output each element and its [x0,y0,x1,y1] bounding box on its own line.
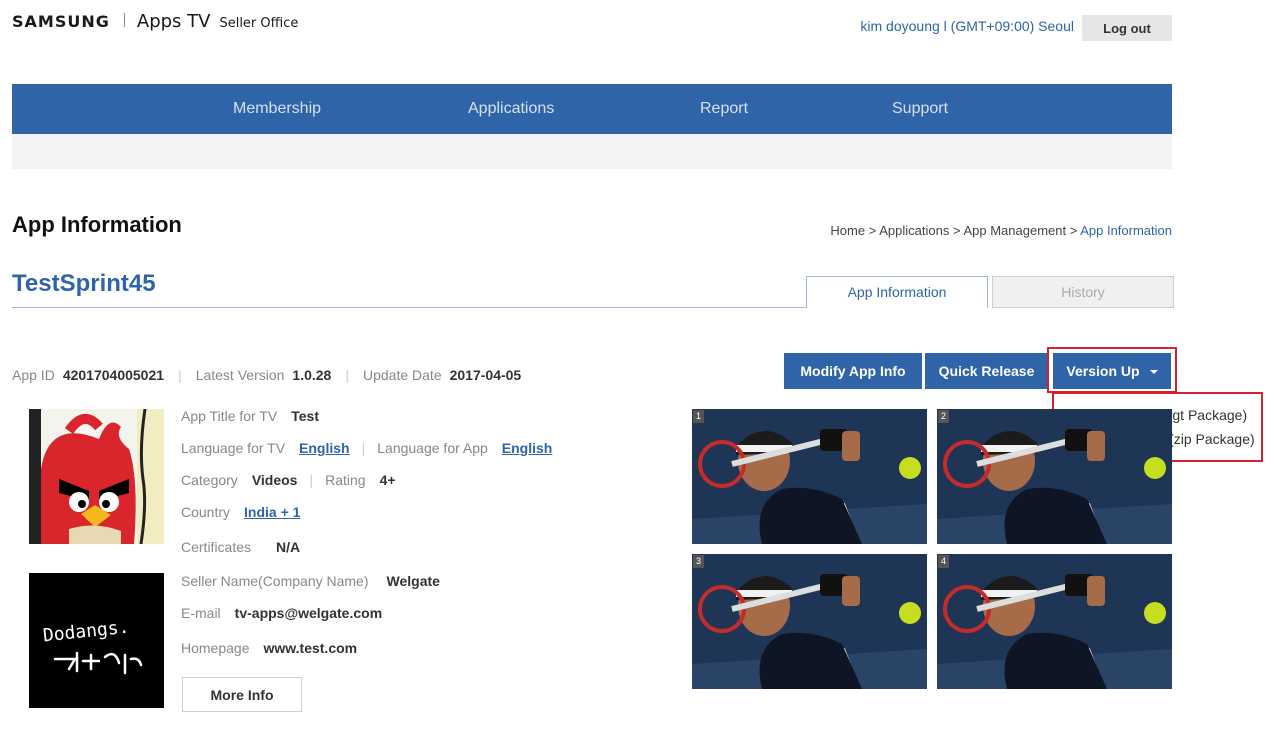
seller-name-row: Seller Name(Company Name) Welgate [181,573,440,589]
logo-seller-office: Seller Office [219,16,299,31]
screenshot-3[interactable]: 3 [692,554,927,689]
tab-app-information[interactable]: App Information [806,276,988,308]
screenshot-1[interactable]: 1 [692,409,927,544]
category-value: Videos [251,472,298,488]
screenshot-2[interactable]: 2 [937,409,1172,544]
email-row: E-mail tv-apps@welgate.com [181,605,382,621]
app-icon-image [29,409,164,544]
version-up-button[interactable]: Version Up [1053,353,1171,389]
seller-name-value: Welgate [386,573,440,589]
certificates-row: Certificates N/A [181,539,300,555]
lang-app-link[interactable]: English [502,440,553,456]
nav-item-report[interactable]: Report [700,100,748,118]
nav-item-membership[interactable]: Membership [233,100,321,118]
breadcrumb-separator: > [1069,223,1078,238]
category-label: Category [181,472,238,488]
app-title-value: Test [291,408,319,424]
country-row: Country India + 1 [181,504,300,520]
country-label: Country [181,504,231,520]
tennis-player-image [692,554,927,689]
logout-button[interactable]: Log out [1082,15,1172,41]
category-row: Category Videos | Rating 4+ [181,472,396,488]
main-nav: Membership Applications Report Support [12,84,1172,134]
meta-divider: | [345,367,349,383]
sub-nav-bar [12,134,1172,169]
header: SAMSUNG Apps TV Seller Office kim doyoun… [12,10,1172,41]
app-meta-row: App ID 4201704005021 | Latest Version 1.… [12,367,521,383]
email-label: E-mail [181,605,221,621]
breadcrumb-separator: > [868,223,877,238]
update-date-value: 2017-04-05 [449,367,522,383]
breadcrumb-separator: > [952,223,961,238]
homepage-row: Homepage www.test.com [181,640,357,656]
caret-down-icon [1149,370,1158,375]
logo-apps-tv: Apps TV [136,11,211,32]
screenshot-number: 2 [938,410,949,423]
row-divider: | [309,472,314,488]
certificates-value: N/A [276,539,301,555]
app-name: TestSprint45 [12,270,156,297]
app-id-label: App ID [12,367,55,383]
samsung-apps-tv-logo[interactable]: SAMSUNG Apps TV Seller Office [12,11,298,32]
modify-app-info-button[interactable]: Modify App Info [784,353,922,389]
tab-history[interactable]: History [992,276,1174,308]
tennis-player-image [937,409,1172,544]
language-row: Language for TV English | Language for A… [181,440,552,456]
screenshot-number: 3 [693,555,704,568]
seller-logo: Dodangs. [42,617,143,675]
angry-bird-icon [29,409,164,544]
version-up-highlight: Version Up [1047,347,1177,393]
country-link[interactable]: India + 1 [244,504,300,520]
screenshot-number: 1 [693,410,704,423]
lang-tv-link[interactable]: English [299,440,350,456]
page-title: App Information [12,212,182,237]
logo-samsung: SAMSUNG [12,12,110,31]
nav-item-support[interactable]: Support [892,100,948,118]
screenshot-4[interactable]: 4 [937,554,1172,689]
seller-name-label: Seller Name(Company Name) [181,573,369,589]
version-up-label: Version Up [1066,363,1140,379]
lang-tv-label: Language for TV [181,440,286,456]
breadcrumb-applications[interactable]: Applications [879,223,949,238]
tennis-player-image [937,554,1172,689]
title-divider [12,307,806,308]
homepage-value: www.test.com [263,640,358,656]
homepage-label: Homepage [181,640,250,656]
rating-value: 4+ [379,472,396,488]
meta-divider: | [178,367,182,383]
breadcrumb: Home > Applications > App Management > A… [830,223,1172,238]
logo-separator [123,13,125,27]
breadcrumb-current: App Information [1080,223,1172,238]
app-id-value: 4201704005021 [62,367,165,383]
rating-label: Rating [325,472,366,488]
seller-logo-text: Dodangs. [42,617,130,647]
breadcrumb-home[interactable]: Home [830,223,865,238]
app-title-row: App Title for TV Test [181,408,319,424]
user-info: kim doyoung l (GMT+09:00) Seoul [860,18,1074,34]
row-divider: | [361,440,366,456]
update-date-label: Update Date [363,367,442,383]
lang-app-label: Language for App [377,440,488,456]
seller-logo-image: Dodangs. [29,573,164,708]
quick-release-button[interactable]: Quick Release [925,353,1048,389]
latest-version-label: Latest Version [195,367,285,383]
screenshot-number: 4 [938,555,949,568]
email-value: tv-apps@welgate.com [234,605,383,621]
latest-version-value: 1.0.28 [292,367,332,383]
breadcrumb-app-management[interactable]: App Management [963,223,1066,238]
nav-item-applications[interactable]: Applications [468,100,554,118]
certificates-label: Certificates [181,539,252,555]
more-info-button[interactable]: More Info [182,677,302,712]
app-title-label: App Title for TV [181,408,278,424]
tennis-player-image [692,409,927,544]
